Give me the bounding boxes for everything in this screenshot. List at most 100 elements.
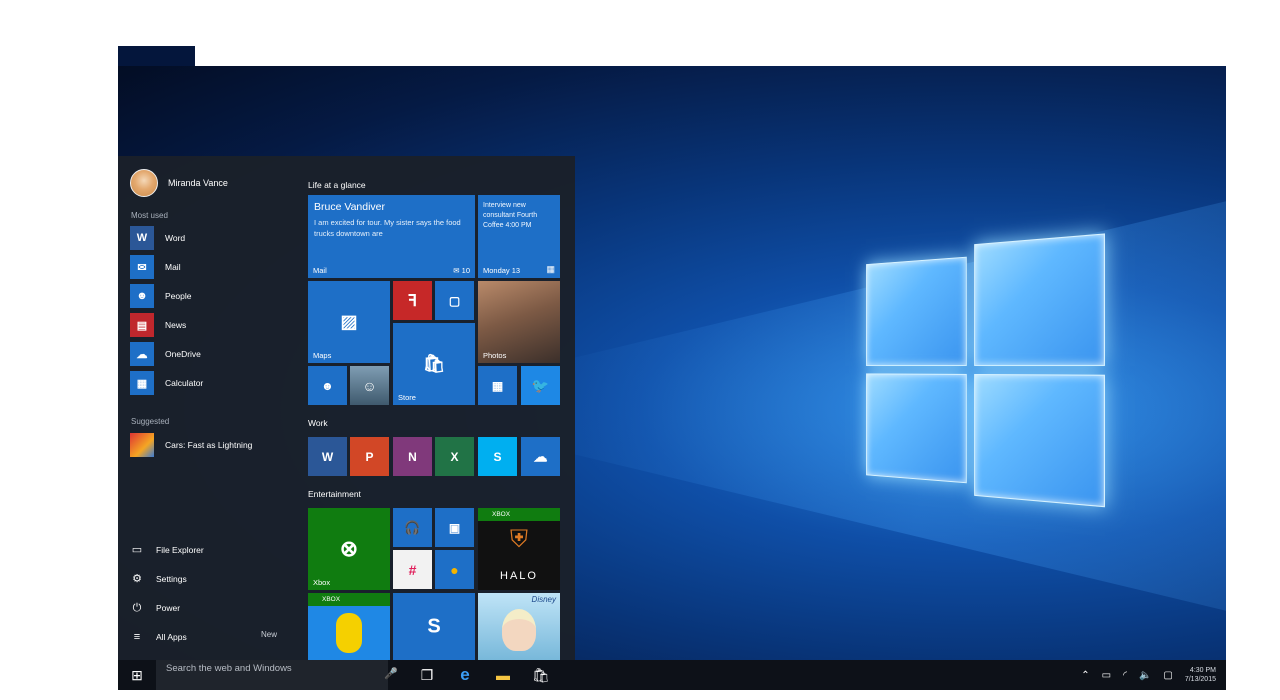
task-view-icon: ❐ (420, 666, 434, 683)
folder-icon: ▭ (131, 544, 143, 556)
tile-xbox[interactable]: ⊗ Xbox (308, 508, 390, 590)
power-item[interactable]: ⏻ Power (130, 601, 180, 615)
tile-photos[interactable]: Photos (478, 281, 560, 363)
tile-minions-game[interactable]: XBOX (308, 593, 390, 660)
mail-preview: I am excited for tour. My sister says th… (314, 218, 461, 238)
item-label: Settings (156, 574, 187, 584)
start-menu: Miranda Vance Most used W Word ✉ Mail ☻ … (118, 156, 575, 660)
app-mail[interactable]: ✉ Mail (130, 255, 181, 279)
news-icon: ▤ (130, 313, 154, 337)
tile-onedrive[interactable]: ☁ (521, 437, 560, 476)
app-label: News (165, 320, 187, 330)
app-label: People (165, 291, 192, 301)
file-explorer-item[interactable]: ▭ File Explorer (130, 543, 204, 557)
person-photo-icon: ☺ (362, 377, 377, 394)
tile-onenote[interactable]: N (393, 437, 432, 476)
mail-sender: Bruce Vandiver (314, 201, 386, 213)
chevron-up-icon[interactable]: ⌃ (1081, 670, 1089, 681)
file-explorer-button[interactable]: ▬ (484, 660, 522, 690)
tile-label: Monday 13 (483, 266, 521, 275)
tile-movies[interactable]: ▣ (435, 508, 474, 547)
item-label: File Explorer (156, 545, 204, 555)
store-bag-icon: 🛍 (422, 353, 446, 374)
disney-logo: Disney (531, 595, 556, 604)
calculator-icon: ▦ (491, 378, 504, 393)
group-entertainment: Entertainment (308, 489, 361, 499)
tile-music[interactable]: 🎧 (393, 508, 432, 547)
desktop: Miranda Vance Most used W Word ✉ Mail ☻ … (118, 66, 1226, 690)
microphone-icon[interactable]: 🎤 (384, 669, 398, 680)
search-box[interactable]: Search the web and Windows 🎤 (156, 660, 398, 690)
app-onedrive[interactable]: ☁ OneDrive (130, 342, 201, 366)
task-view-button[interactable]: ❐ (408, 660, 446, 690)
tile-calendar[interactable]: Interview new consultant Fourth Coffee 4… (478, 195, 560, 278)
clock-date: 7/13/2015 (1184, 676, 1216, 683)
all-apps-icon: ≡ (133, 631, 141, 643)
tile-contact-photo[interactable]: ☺ (350, 366, 389, 405)
most-used-heading: Most used (131, 211, 168, 220)
color-wheel-icon: ● (450, 561, 459, 578)
tile-calculator[interactable]: ▦ (478, 366, 517, 405)
tile-shazam[interactable]: S (393, 593, 475, 660)
gear-icon: ⚙ (132, 573, 142, 585)
tile-store[interactable]: 🛍 Store (393, 323, 475, 405)
tile-color-app[interactable]: ● (435, 550, 474, 589)
app-label: Mail (165, 262, 181, 272)
tile-people[interactable]: ☻ (308, 366, 347, 405)
new-badge: New (261, 630, 278, 639)
tile-flipboard[interactable]: ꟻ (393, 281, 432, 320)
elsa-character-icon (502, 609, 536, 651)
store-button[interactable]: 🛍 (522, 660, 560, 690)
tile-powerpoint[interactable]: P (350, 437, 389, 476)
edge-button[interactable]: e (446, 660, 484, 690)
suggested-heading: Suggested (131, 417, 170, 426)
volume-icon[interactable]: 🔈 (1139, 670, 1151, 681)
action-center-icon[interactable]: ▢ (1163, 670, 1172, 681)
cars-game-icon (130, 433, 154, 457)
windows-logo-wallpaper (866, 233, 1105, 508)
skype-icon: S (493, 449, 502, 464)
settings-item[interactable]: ⚙ Settings (130, 572, 187, 586)
tile-excel[interactable]: X (435, 437, 474, 476)
start-button[interactable]: ⊞ (118, 660, 156, 690)
video-icon: ▣ (448, 520, 461, 535)
tile-maps[interactable]: ▨ Maps (308, 281, 390, 363)
edge-icon: e (460, 665, 470, 684)
battery-icon[interactable]: ▭ (1102, 670, 1111, 681)
app-word[interactable]: W Word (130, 226, 185, 250)
tile-skype[interactable]: S (478, 437, 517, 476)
onenote-icon: N (408, 449, 417, 464)
clock-time: 4:30 PM (1189, 667, 1216, 674)
tile-halo[interactable]: XBOX ⛨ HALO (478, 508, 560, 590)
app-label: Cars: Fast as Lightning (165, 440, 253, 450)
app-calculator[interactable]: ▦ Calculator (130, 371, 203, 395)
wifi-icon[interactable]: ◜ (1123, 670, 1127, 681)
tile-mail[interactable]: Bruce Vandiver I am excited for tour. My… (308, 195, 475, 278)
onedrive-icon: ☁ (533, 448, 548, 464)
hashtag-icon: # (408, 561, 417, 578)
app-people[interactable]: ☻ People (130, 284, 191, 308)
group-work: Work (308, 418, 328, 428)
headphones-icon: 🎧 (404, 519, 421, 535)
window-top-notch (118, 46, 195, 68)
item-label: All Apps (156, 632, 187, 642)
tile-feedback[interactable]: ▢ (435, 281, 474, 320)
group-life-at-a-glance: Life at a glance (308, 180, 366, 190)
tile-word[interactable]: W (308, 437, 347, 476)
tile-disney-frozen[interactable]: Disney (478, 593, 560, 660)
windows-start-icon: ⊞ (131, 666, 143, 683)
all-apps-item[interactable]: ≡ All Apps (130, 630, 187, 644)
calendar-icon: ▦ (546, 264, 555, 274)
user-account[interactable]: Miranda Vance (130, 169, 228, 197)
app-news[interactable]: ▤ News (130, 313, 186, 337)
tile-label: Xbox (313, 578, 331, 587)
system-tray: ⌃ ▭ ◜ 🔈 ▢ 4:30 PM 7/13/2015 (1081, 666, 1226, 684)
onedrive-icon: ☁ (130, 342, 154, 366)
tile-label: Store (398, 393, 416, 402)
tile-slack[interactable]: # (393, 550, 432, 589)
clock[interactable]: 4:30 PM 7/13/2015 (1185, 666, 1216, 684)
user-name: Miranda Vance (168, 178, 228, 188)
feedback-icon: ▢ (448, 293, 461, 308)
tile-twitter[interactable]: 🐦 (521, 366, 560, 405)
suggested-app-cars[interactable]: Cars: Fast as Lightning (130, 433, 252, 457)
